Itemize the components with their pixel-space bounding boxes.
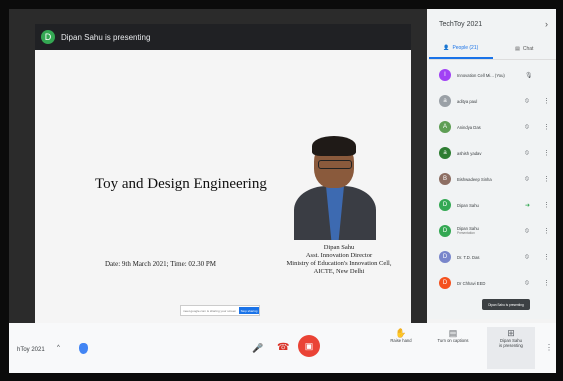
tab-chat[interactable]: ▤ Chat bbox=[493, 39, 557, 59]
presenter-info: Dipan Sahu Asst. Innovation Director Min… bbox=[267, 244, 411, 276]
list-item[interactable]: a ashish yadav ⦸ ⋮ bbox=[429, 140, 556, 166]
panel-header: TechToy 2021 › bbox=[429, 9, 556, 39]
present-label-2: is presenting bbox=[499, 343, 523, 348]
list-item[interactable]: a aditya paul ⦸ ⋮ bbox=[429, 88, 556, 114]
panel-title: TechToy 2021 bbox=[439, 20, 483, 28]
presenter-role: Asst. Innovation Director bbox=[305, 252, 373, 259]
participant-name: aditya paul bbox=[457, 98, 478, 104]
presenter-org-2: AICTE, New Delhi bbox=[313, 268, 365, 275]
list-item[interactable]: D Dipan Sahu ➜ ⋮ bbox=[429, 192, 556, 218]
list-item[interactable]: I Innovation Cell Mi... (You) 🎙 bbox=[429, 62, 556, 88]
more-vert-icon[interactable]: ⋮ bbox=[543, 175, 550, 183]
captions-button[interactable]: ▤ Turn on captions bbox=[433, 328, 473, 344]
present-button[interactable]: ⊞ Dipan Sahu is presenting bbox=[487, 327, 535, 369]
mic-off-icon: ⦸ bbox=[525, 227, 529, 234]
people-icon: 👤 bbox=[443, 45, 450, 51]
mic-off-icon: ⦸ bbox=[525, 279, 529, 286]
more-vert-icon[interactable]: ⋮ bbox=[543, 201, 550, 209]
raise-hand-label: Raise hand bbox=[390, 338, 412, 343]
avatar: D bbox=[439, 199, 451, 211]
more-vert-icon[interactable]: ⋮ bbox=[543, 253, 550, 261]
participant-name: Anindya Das bbox=[457, 124, 481, 130]
participant-subtitle: Presentation bbox=[457, 231, 475, 235]
participant-name: Dr. T.D. Das bbox=[457, 254, 480, 260]
panel-tabs: 👤 People (21) ▤ Chat bbox=[429, 39, 556, 60]
avatar: D bbox=[439, 251, 451, 263]
list-item[interactable]: A Anindya Das ⦸ ⋮ bbox=[429, 114, 556, 140]
participant-name: Innovation Cell Mi... (You) bbox=[457, 72, 505, 78]
avatar: a bbox=[439, 147, 451, 159]
shared-slide: Toy and Design Engineering Date: 9th Mar… bbox=[35, 50, 411, 330]
hand-icon: ✋ bbox=[395, 328, 407, 338]
tab-people-label: People (21) bbox=[452, 45, 479, 51]
more-vert-icon[interactable]: ⋮ bbox=[543, 149, 550, 157]
sharing-toolbar: meet.google.com is sharing your screen S… bbox=[180, 305, 260, 316]
slide-title: Toy and Design Engineering bbox=[95, 176, 267, 192]
people-panel: TechToy 2021 › 👤 People (21) ▤ Chat I In… bbox=[429, 9, 556, 319]
slide-date: Date: 9th March 2021; Time: 02.30 PM bbox=[105, 260, 217, 268]
captions-label: Turn on captions bbox=[437, 338, 469, 343]
camera-off-button[interactable]: ▣ bbox=[298, 335, 320, 357]
mic-off-icon: ⦸ bbox=[525, 123, 529, 130]
more-vert-icon[interactable]: ⋮ bbox=[543, 97, 550, 105]
chat-icon: ▤ bbox=[515, 46, 520, 52]
avatar: D bbox=[439, 225, 451, 237]
presenting-tooltip: Dipan Sahu is presenting bbox=[482, 299, 530, 310]
people-list: I Innovation Cell Mi... (You) 🎙 a aditya… bbox=[429, 60, 556, 296]
avatar: I bbox=[439, 69, 451, 81]
list-item[interactable]: B Bishwadeep Sinha ⦸ ⋮ bbox=[429, 166, 556, 192]
mic-off-icon: ⦸ bbox=[525, 253, 529, 260]
presenter-photo bbox=[292, 134, 378, 240]
presentation-stage: D Dipan Sahu is presenting Toy and Desig… bbox=[9, 9, 427, 330]
mic-button[interactable]: 🎤 bbox=[252, 343, 263, 354]
mic-off-icon: ⦸ bbox=[525, 149, 529, 156]
more-vert-icon[interactable]: ⋮ bbox=[543, 227, 550, 235]
presenter-avatar: D bbox=[41, 30, 55, 44]
presenting-bar: D Dipan Sahu is presenting bbox=[35, 24, 411, 50]
participant-name: Dr Chhavi EED bbox=[457, 280, 486, 286]
participant-name: ashish yadav bbox=[457, 150, 482, 156]
presenter-name: Dipan Sahu bbox=[323, 244, 355, 251]
chevron-up-icon[interactable]: ^ bbox=[57, 345, 60, 351]
mic-off-icon: ⦸ bbox=[525, 175, 529, 182]
captions-icon: ▤ bbox=[448, 328, 458, 338]
avatar: D bbox=[439, 277, 451, 289]
list-item[interactable]: D Dipan Sahu Presentation ⦸ ⋮ bbox=[429, 218, 556, 244]
shield-icon[interactable] bbox=[79, 343, 88, 354]
raise-hand-button[interactable]: ✋ Raise hand bbox=[381, 328, 421, 344]
presenting-label: Dipan Sahu is presenting bbox=[61, 32, 151, 42]
avatar: A bbox=[439, 121, 451, 133]
list-item[interactable]: D Dr. T.D. Das ⦸ ⋮ bbox=[429, 244, 556, 270]
leave-call-button[interactable]: ☎ bbox=[277, 342, 289, 353]
meet-window: D Dipan Sahu is presenting Toy and Desig… bbox=[9, 9, 556, 373]
participant-name: Dipan Sahu bbox=[457, 202, 479, 208]
bottom-control-bar: hToy 2021 ^ 🎤 ☎ ▣ ✋ Raise hand ▤ Turn on… bbox=[9, 323, 556, 373]
more-vert-icon[interactable]: ⋮ bbox=[543, 279, 550, 287]
participant-name: Bishwadeep Sinha bbox=[457, 176, 492, 182]
more-vert-icon[interactable]: ⋮ bbox=[543, 123, 550, 131]
list-item[interactable]: D Dr Chhavi EED ⦸ ⋮ bbox=[429, 270, 556, 296]
sharing-text: meet.google.com is sharing your screen bbox=[183, 308, 237, 313]
tab-people[interactable]: 👤 People (21) bbox=[429, 39, 493, 59]
close-icon[interactable]: › bbox=[545, 19, 548, 29]
meeting-name[interactable]: hToy 2021 bbox=[17, 347, 45, 353]
more-vert-icon[interactable]: ⋮ bbox=[545, 343, 553, 352]
present-screen-icon: ⊞ bbox=[507, 328, 515, 338]
avatar: B bbox=[439, 173, 451, 185]
mic-off-icon: ⦸ bbox=[525, 97, 529, 104]
presenter-org: Ministry of Education's Innovation Cell, bbox=[286, 260, 392, 267]
stop-sharing-button[interactable]: Stop sharing bbox=[239, 307, 259, 314]
present-to-all-icon: ➜ bbox=[525, 202, 531, 209]
mic-icon: 🎙 bbox=[525, 72, 533, 79]
tab-chat-label: Chat bbox=[522, 46, 534, 52]
avatar: a bbox=[439, 95, 451, 107]
